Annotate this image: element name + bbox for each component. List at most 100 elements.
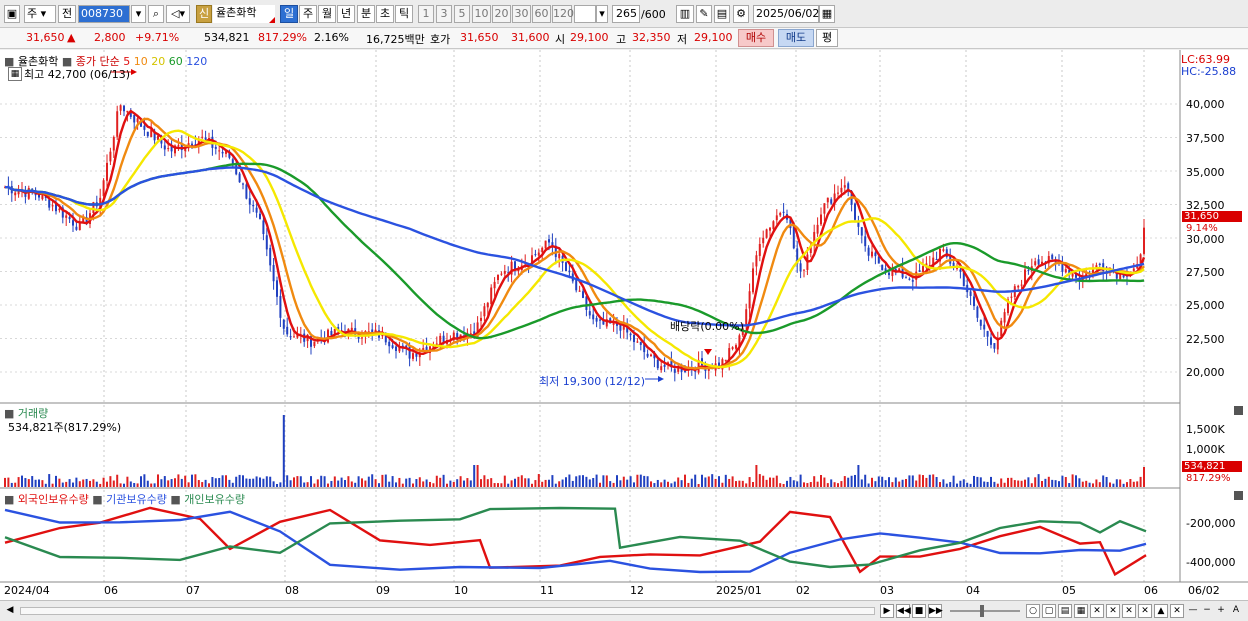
x-tick-2024-04: 2024/04 — [4, 584, 50, 597]
buy-button[interactable]: 매수 — [738, 29, 774, 47]
panel-close-icon[interactable] — [1234, 406, 1243, 415]
zoom-in-icon[interactable]: + — [1214, 604, 1228, 618]
scroll-track[interactable] — [20, 607, 875, 615]
x-tick-08: 08 — [285, 584, 299, 597]
interval-20[interactable]: 20 — [492, 5, 511, 23]
y-tick-35000: 35,000 — [1186, 166, 1225, 179]
period-minute[interactable]: 분 — [357, 5, 375, 23]
crosshair-icon[interactable]: ✕ — [1090, 604, 1104, 618]
calendar-icon[interactable]: ▦ — [819, 5, 835, 23]
x-tick-11: 11 — [540, 584, 554, 597]
count-total: /600 — [641, 8, 666, 21]
price-change: 2,800 — [94, 31, 126, 44]
code-dropdown-icon[interactable]: ▾ — [131, 5, 146, 23]
toolbar: ▣ 주 ▾ 전 008730 ▾ ⌕ ◁▾ 신 율촌화학 일 주 월 년 분 초… — [0, 0, 1248, 28]
interval-10[interactable]: 10 — [472, 5, 491, 23]
x-last-date: 06/02 — [1188, 584, 1220, 597]
zoom-reset-icon[interactable]: ○ — [1026, 604, 1040, 618]
y-tick-27500: 27,500 — [1186, 266, 1225, 279]
current-price: 31,650 — [26, 31, 65, 44]
calculator-icon[interactable]: ▦ — [8, 67, 22, 81]
x-tick-2025-01: 2025/01 — [716, 584, 762, 597]
chart-canvas[interactable] — [0, 50, 1248, 600]
legend-individual: 개인보유수량 — [184, 493, 246, 506]
type-select-value: 주 — [27, 7, 38, 20]
scroll-right-icon[interactable]: ▶ — [880, 604, 894, 618]
ask-label: 호가 — [430, 33, 451, 46]
interval-1[interactable]: 1 — [418, 5, 434, 23]
gear-icon[interactable]: ⚙ — [733, 5, 749, 23]
interval-dropdown-icon[interactable]: ▾ — [596, 5, 608, 23]
max-price-label: 최고 42,700 (06/13) — [24, 68, 131, 81]
tool5-icon[interactable]: ✕ — [1170, 604, 1184, 618]
count-input[interactable]: 265 — [612, 5, 640, 23]
price-change-pct: +9.71% — [135, 31, 180, 44]
tool3-icon[interactable]: ✕ — [1138, 604, 1152, 618]
turnover: 2.16% — [314, 31, 349, 44]
chart-type-icon[interactable]: ▥ — [676, 5, 694, 23]
rewind-icon[interactable]: ◀◀ — [896, 604, 911, 618]
y-tick-30000: 30,000 — [1186, 233, 1225, 246]
x-tick-05: 05 — [1062, 584, 1076, 597]
grid-icon[interactable]: ▦ — [1074, 604, 1088, 618]
holder-legend: ■ 외국인보유수량 ■ 기관보유수량 ■ 개인보유수량 — [4, 493, 246, 506]
speaker-icon[interactable]: ◁▾ — [166, 5, 190, 23]
layout-icon[interactable]: ▢ — [1042, 604, 1056, 618]
search-icon[interactable]: ⌕ — [148, 5, 164, 23]
zoom-minus-icon[interactable]: − — [1200, 604, 1214, 618]
stock-code-input[interactable]: 008730 — [78, 5, 130, 23]
trade-amount: 16,725백만 — [366, 33, 425, 46]
interval-30[interactable]: 30 — [512, 5, 531, 23]
type-select[interactable]: 주 ▾ — [24, 5, 56, 23]
ask-price: 31,650 — [460, 31, 499, 44]
average-button[interactable]: 평 — [816, 29, 838, 47]
tool4-icon[interactable]: ▲ — [1154, 604, 1168, 618]
legend-foreign: 외국인보유수량 — [17, 493, 89, 506]
tool2-icon[interactable]: ✕ — [1122, 604, 1136, 618]
scroll-left-icon[interactable]: ◀ — [3, 604, 17, 618]
draw-tool-icon[interactable]: ✎ — [696, 5, 712, 23]
date-input[interactable]: 2025/06/02 — [753, 5, 819, 23]
x-tick-04: 04 — [966, 584, 980, 597]
fast-forward-icon[interactable]: ▶▶ — [928, 604, 943, 618]
vol-tick-1000k: 1,000K — [1186, 443, 1225, 456]
custom-interval-input[interactable] — [574, 5, 596, 23]
interval-60[interactable]: 60 — [532, 5, 551, 23]
period-week[interactable]: 주 — [299, 5, 317, 23]
y-tick-32500: 32,500 — [1186, 199, 1225, 212]
corner-mark-icon — [269, 17, 275, 23]
panel-icon[interactable]: ▤ — [1058, 604, 1072, 618]
stop-icon[interactable]: ■ — [912, 604, 926, 618]
interval-3[interactable]: 3 — [436, 5, 452, 23]
min-price-label: 최저 19,300 (12/12) — [539, 375, 646, 388]
interval-120[interactable]: 120 — [552, 5, 574, 23]
legend-institution: 기관보유수량 — [106, 493, 167, 506]
holder-panel-close-icon[interactable] — [1234, 491, 1243, 500]
volume-value: 534,821주(817.29%) — [8, 421, 122, 434]
interval-5[interactable]: 5 — [454, 5, 470, 23]
high-price: 32,350 — [632, 31, 671, 44]
auto-scale-icon[interactable]: A — [1229, 604, 1243, 618]
zoom-slider[interactable] — [950, 610, 1020, 612]
tool1-icon[interactable]: ✕ — [1106, 604, 1120, 618]
volume-ratio: 817.29% — [258, 31, 307, 44]
period-month[interactable]: 월 — [318, 5, 336, 23]
chart-area[interactable]: ■ 율촌화학 ■ 종가 단순 5 10 20 60 120 ▦ 최고 42,70… — [0, 50, 1248, 600]
x-tick-06-end: 06 — [1144, 584, 1158, 597]
market-select[interactable]: 전 — [58, 5, 76, 23]
y-tick-40000: 40,000 — [1186, 98, 1225, 111]
x-tick-12: 12 — [630, 584, 644, 597]
period-second[interactable]: 초 — [376, 5, 394, 23]
high-label: 고 — [616, 33, 627, 46]
zoom-out-icon[interactable]: — — [1186, 604, 1200, 618]
min-arrow-icon — [658, 376, 664, 382]
max-arrow-icon — [131, 69, 137, 75]
period-tick[interactable]: 틱 — [395, 5, 413, 23]
sell-button[interactable]: 매도 — [778, 29, 814, 47]
zoom-slider-handle[interactable] — [980, 605, 984, 617]
period-year[interactable]: 년 — [337, 5, 355, 23]
window-icon[interactable]: ▣ — [4, 5, 20, 23]
open-price: 29,100 — [570, 31, 609, 44]
save-icon[interactable]: ▤ — [714, 5, 730, 23]
period-day[interactable]: 일 — [280, 5, 298, 23]
